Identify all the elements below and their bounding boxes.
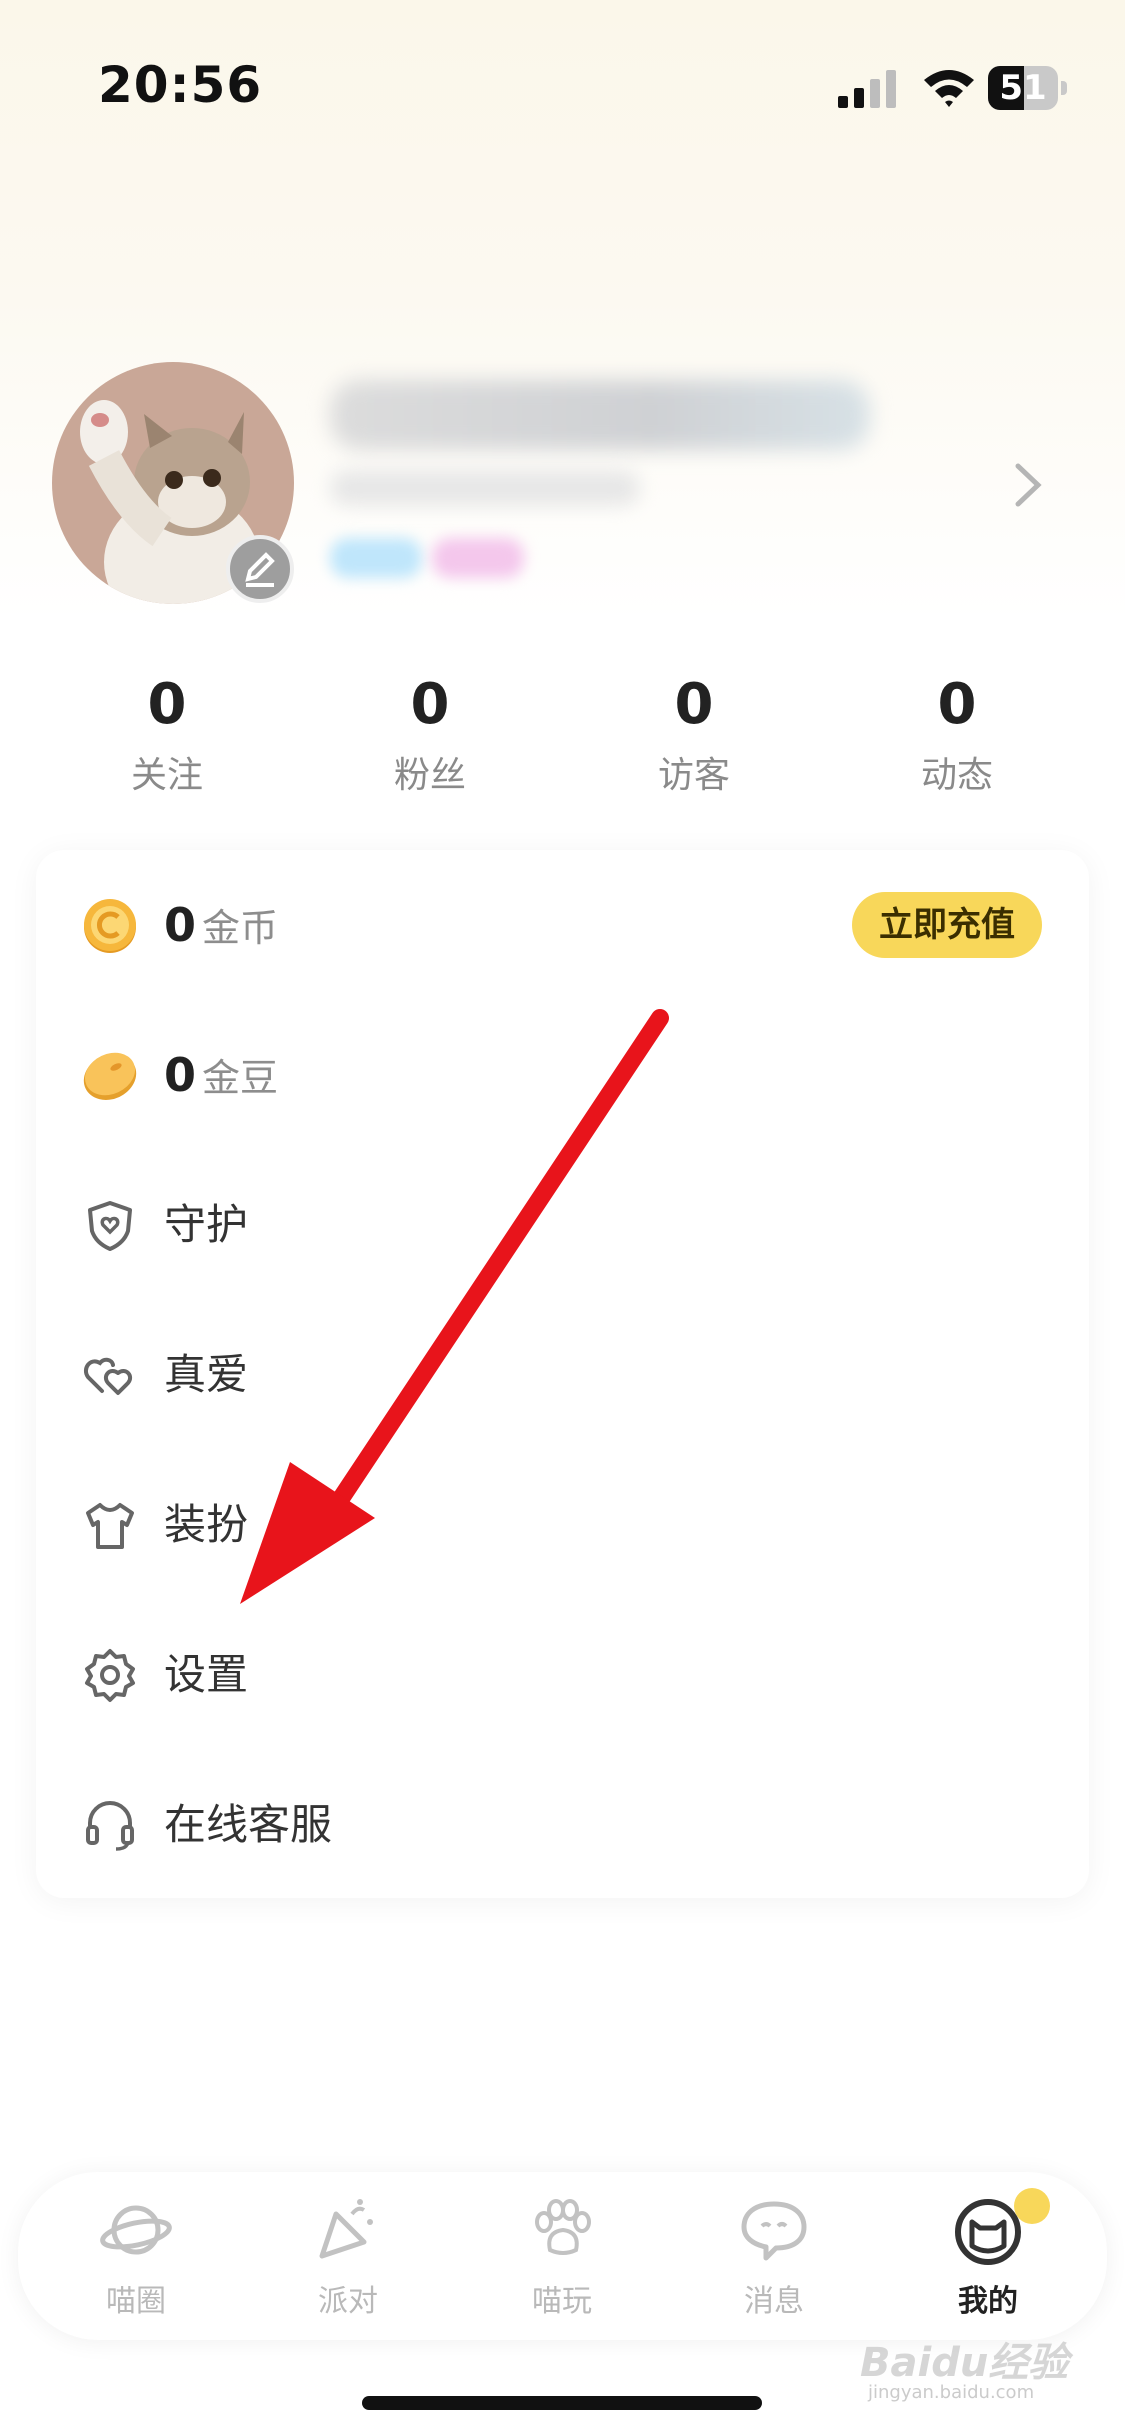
status-bar: 20:56 51: [0, 0, 1125, 140]
menu-item-guard[interactable]: 守护: [36, 1150, 1089, 1300]
tshirt-icon: [86, 1503, 134, 1549]
chat-bubble-icon: [741, 2201, 807, 2261]
stat-label: 动态: [920, 755, 993, 796]
menu-card: 0 金币 立即充值 0 金豆 守护 真爱 装扮 设置 在线客服: [36, 850, 1089, 1898]
menu-item-dress-up[interactable]: 装扮: [36, 1450, 1089, 1600]
stat-value: 0: [674, 672, 714, 737]
tab-miaowan[interactable]: 喵玩: [482, 2194, 642, 2324]
headset-icon: [86, 1801, 134, 1851]
user-tag-blurred: [432, 538, 524, 578]
chevron-right-icon[interactable]: [1010, 460, 1046, 510]
status-time: 20:56: [98, 56, 263, 114]
tab-label: 我的: [958, 2284, 1018, 2319]
menu-item-true-love[interactable]: 真爱: [36, 1300, 1089, 1450]
tab-messages[interactable]: 消息: [694, 2194, 854, 2324]
wifi-icon: [924, 70, 974, 107]
user-id-blurred: [330, 470, 640, 506]
wallet-beans-row[interactable]: 0 金豆: [36, 1000, 1089, 1150]
watermark-logo: Baidu经验: [860, 2340, 1069, 2386]
menu-item-label: 守护: [164, 1200, 249, 1249]
stat-moments[interactable]: 0 动态: [857, 670, 1057, 806]
tab-label: 消息: [744, 2284, 804, 2319]
tab-label: 派对: [318, 2284, 378, 2319]
profile-header[interactable]: [0, 350, 1125, 630]
stat-label: 访客: [657, 755, 730, 796]
beans-text: 0 金豆: [164, 1000, 278, 1153]
tab-label: 喵圈: [106, 2284, 166, 2319]
edit-avatar-button[interactable]: [226, 535, 294, 603]
coins-text: 0 金币: [164, 850, 278, 1003]
paw-icon: [535, 2199, 591, 2255]
username-blurred: [330, 380, 870, 450]
stat-value: 0: [147, 672, 187, 737]
stat-following[interactable]: 0 关注: [67, 670, 267, 806]
wallet-coins-row[interactable]: 0 金币 立即充值: [36, 850, 1089, 1000]
stat-visitors[interactable]: 0 访客: [594, 670, 794, 806]
stat-label: 粉丝: [393, 755, 466, 796]
stat-value: 0: [937, 672, 977, 737]
menu-item-label: 设置: [164, 1650, 249, 1699]
gold-bean-icon: [83, 1052, 137, 1100]
cat-face-icon: [955, 2199, 1021, 2265]
party-popper-icon: [319, 2199, 373, 2259]
menu-item-settings[interactable]: 设置: [36, 1600, 1089, 1750]
stat-value: 0: [410, 672, 450, 737]
stat-label: 关注: [130, 755, 203, 796]
menu-item-label: 装扮: [164, 1500, 249, 1549]
gold-coin-icon: [84, 899, 136, 953]
tab-party[interactable]: 派对: [268, 2194, 428, 2324]
coins-unit: 金币: [202, 906, 279, 950]
battery-indicator: 51: [988, 66, 1068, 110]
cellular-signal-icon: [838, 70, 896, 108]
menu-item-customer-service[interactable]: 在线客服: [36, 1750, 1089, 1900]
beans-value: 0: [164, 1048, 197, 1102]
stat-fans[interactable]: 0 粉丝: [330, 670, 530, 806]
recharge-button[interactable]: 立即充值: [852, 892, 1042, 958]
pencil-icon: [245, 552, 275, 587]
watermark-url: jingyan.baidu.com: [868, 2382, 1035, 2403]
home-indicator[interactable]: [362, 2396, 762, 2410]
bottom-tab-bar: 喵圈 派对 喵玩 消息 我的: [18, 2172, 1107, 2340]
battery-percent: 51: [999, 68, 1047, 108]
gear-icon: [85, 1649, 135, 1702]
user-tag-blurred: [330, 538, 422, 578]
tab-mine[interactable]: 我的: [908, 2188, 1068, 2324]
tab-miaoquan[interactable]: 喵圈: [56, 2194, 216, 2324]
hearts-icon: [83, 1357, 133, 1395]
menu-item-label: 在线客服: [164, 1800, 333, 1849]
beans-unit: 金豆: [202, 1056, 279, 1100]
tab-label: 喵玩: [532, 2284, 592, 2319]
planet-icon: [100, 2205, 172, 2255]
coins-value: 0: [164, 898, 197, 952]
menu-item-label: 真爱: [164, 1350, 249, 1399]
shield-icon: [88, 1201, 132, 1251]
profile-stats: 0 关注 0 粉丝 0 访客 0 动态: [0, 670, 1125, 820]
